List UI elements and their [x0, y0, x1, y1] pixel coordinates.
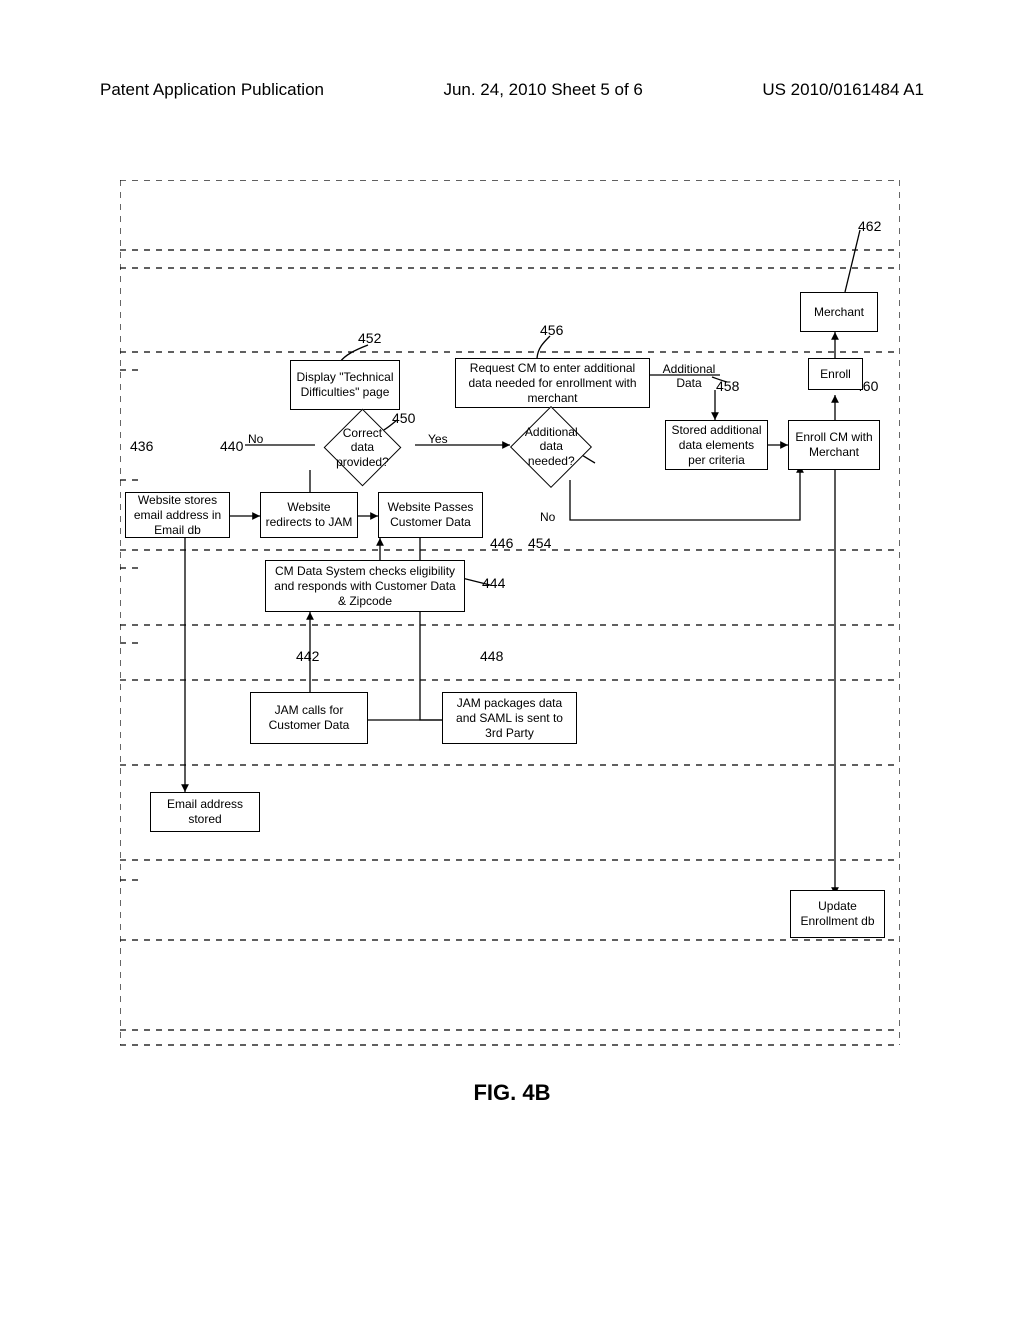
box-jam-calls: JAM calls for Customer Data	[250, 692, 368, 744]
header-patent-number: US 2010/0161484 A1	[762, 80, 924, 100]
box-update-enrollment-db: Update Enrollment db	[790, 890, 885, 938]
box-email-stored: Email address stored	[150, 792, 260, 832]
box-website-stores-email: Website stores email address in Email db	[125, 492, 230, 538]
swimlane-grid	[120, 180, 900, 1050]
ref-442: 442	[296, 648, 319, 664]
ref-440: 440	[220, 438, 243, 454]
box-jam-packages: JAM packages data and SAML is sent to 3r…	[442, 692, 577, 744]
box-request-cm-additional-data: Request CM to enter additional data need…	[455, 358, 650, 408]
diagram-frame: 462 436 440 452 456 458 450 460 446 444 …	[120, 180, 900, 1050]
ref-446: 446	[490, 535, 513, 551]
header-publication: Patent Application Publication	[100, 80, 324, 100]
ref-436: 436	[130, 438, 153, 454]
ref-454: 454	[528, 535, 551, 551]
box-website-redirects-jam: Website redirects to JAM	[260, 492, 358, 538]
ref-448: 448	[480, 648, 503, 664]
ref-444: 444	[482, 575, 505, 591]
box-stored-additional: Stored additional data elements per crit…	[665, 420, 768, 470]
ref-452: 452	[358, 330, 381, 346]
flow-arrows	[120, 180, 900, 1050]
diamond-additional-data: Additional data needed?	[510, 406, 592, 488]
diamond-correct-data: Correct data provided?	[324, 409, 402, 487]
box-enroll: Enroll	[808, 358, 863, 390]
diamond-correct-data-text: Correct data provided?	[336, 426, 389, 469]
edge-label-additional-data: Additional Data	[654, 362, 724, 390]
diamond-additional-data-text: Additional data needed?	[523, 425, 579, 468]
box-enroll-cm: Enroll CM with Merchant	[788, 420, 880, 470]
header-date-sheet: Jun. 24, 2010 Sheet 5 of 6	[443, 80, 642, 100]
edge-label-no-2: No	[540, 510, 555, 524]
ref-456: 456	[540, 322, 563, 338]
edge-label-yes-1: Yes	[428, 432, 448, 446]
edge-label-no-1: No	[248, 432, 263, 446]
box-merchant: Merchant	[800, 292, 878, 332]
box-website-passes-data: Website Passes Customer Data	[378, 492, 483, 538]
figure-caption: FIG. 4B	[0, 1080, 1024, 1106]
box-cm-data-system: CM Data System checks eligibility and re…	[265, 560, 465, 612]
ref-450: 450	[392, 410, 415, 426]
ref-462: 462	[858, 218, 881, 234]
page-header: Patent Application Publication Jun. 24, …	[0, 80, 1024, 100]
box-display-technical-difficulties: Display "Technical Difficulties" page	[290, 360, 400, 410]
